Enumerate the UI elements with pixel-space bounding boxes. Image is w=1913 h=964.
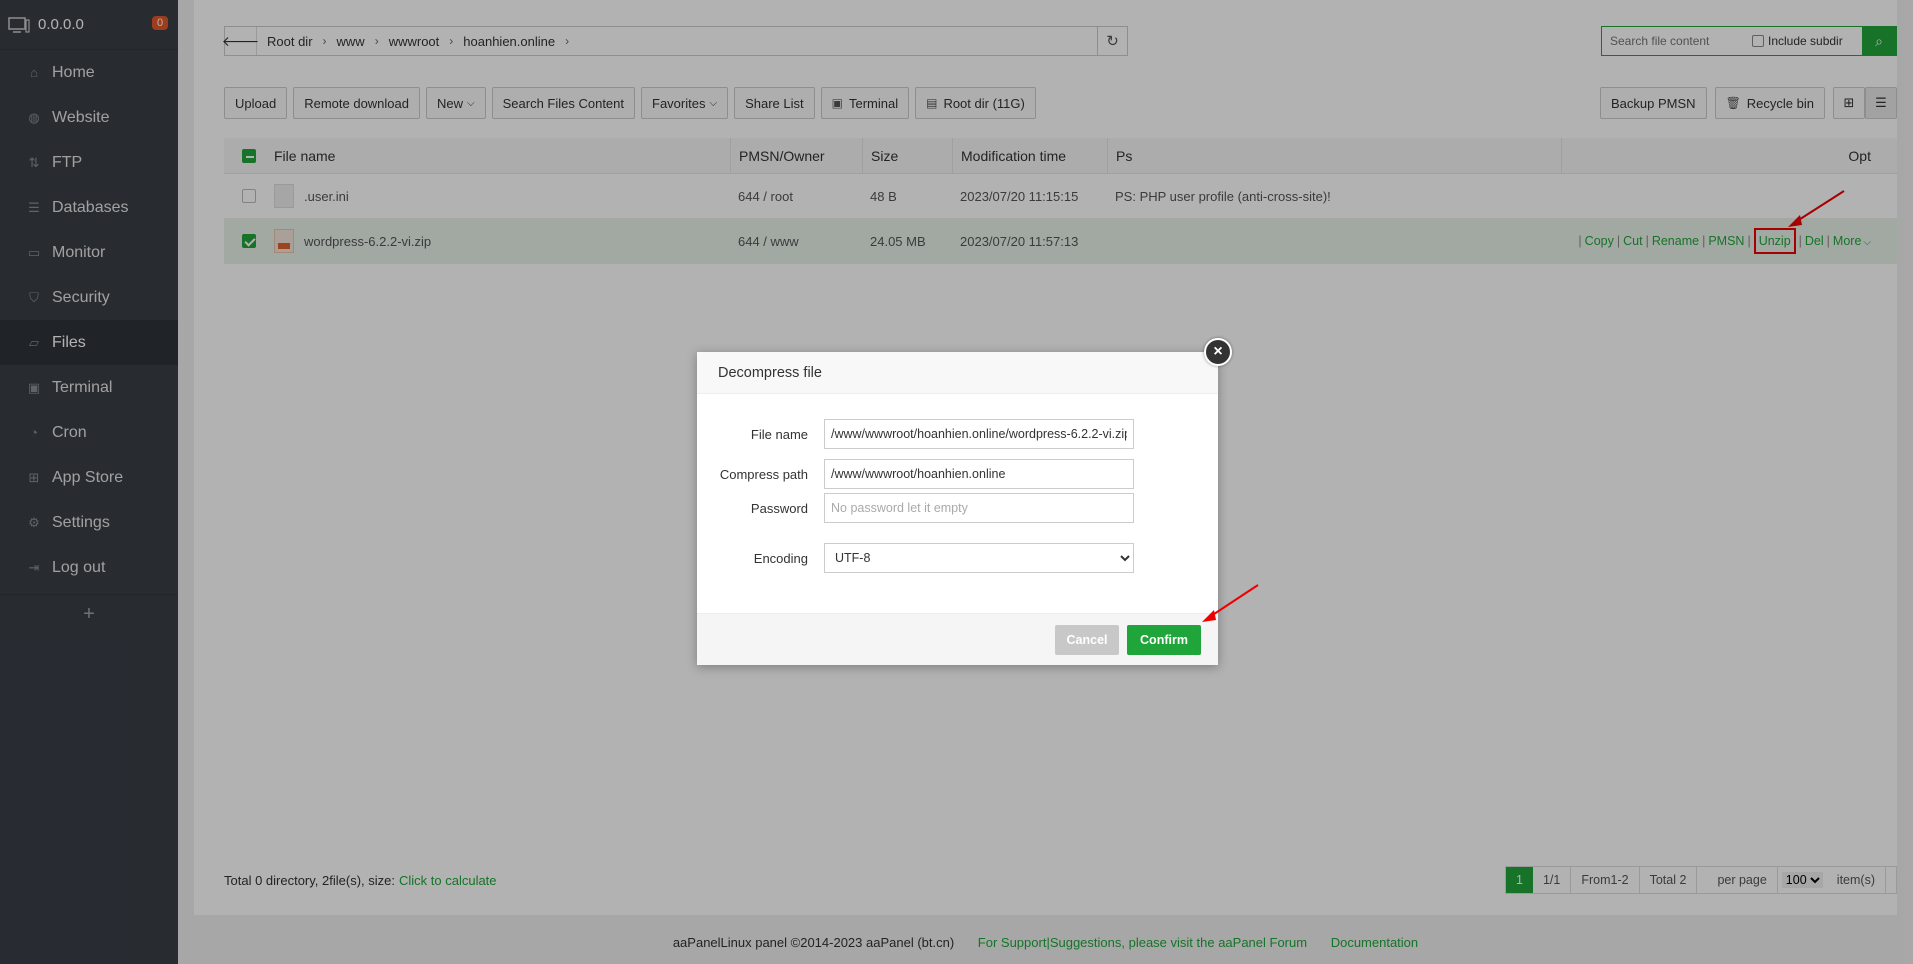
encoding-row: Encoding UTF-8 xyxy=(697,543,1218,573)
dialog-title: Decompress file xyxy=(697,352,1218,394)
cancel-button[interactable]: Cancel xyxy=(1055,624,1119,655)
encoding-select[interactable]: UTF-8 xyxy=(824,543,1134,573)
compress-path-field[interactable] xyxy=(824,459,1134,489)
password-field[interactable] xyxy=(824,493,1134,523)
file-name-row: File name xyxy=(697,419,1218,449)
dialog-footer: Cancel Confirm xyxy=(697,613,1218,665)
decompress-dialog: Decompress file × File name Compress pat… xyxy=(697,338,1232,665)
file-name-field[interactable] xyxy=(824,419,1134,449)
encoding-label: Encoding xyxy=(753,550,808,566)
compress-path-label: Compress path xyxy=(719,466,808,482)
compress-path-row: Compress path xyxy=(697,459,1218,489)
annotation-arrow-icon xyxy=(1202,584,1259,622)
file-name-label: File name xyxy=(750,426,808,442)
password-label: Password xyxy=(750,500,808,516)
close-icon[interactable]: × xyxy=(1204,338,1232,366)
password-row: Password xyxy=(697,493,1218,523)
confirm-button[interactable]: Confirm xyxy=(1127,624,1201,655)
modal-overlay: Decompress file × File name Compress pat… xyxy=(0,0,1913,964)
dialog-body: File name Compress path Password Encodin… xyxy=(697,394,1218,573)
